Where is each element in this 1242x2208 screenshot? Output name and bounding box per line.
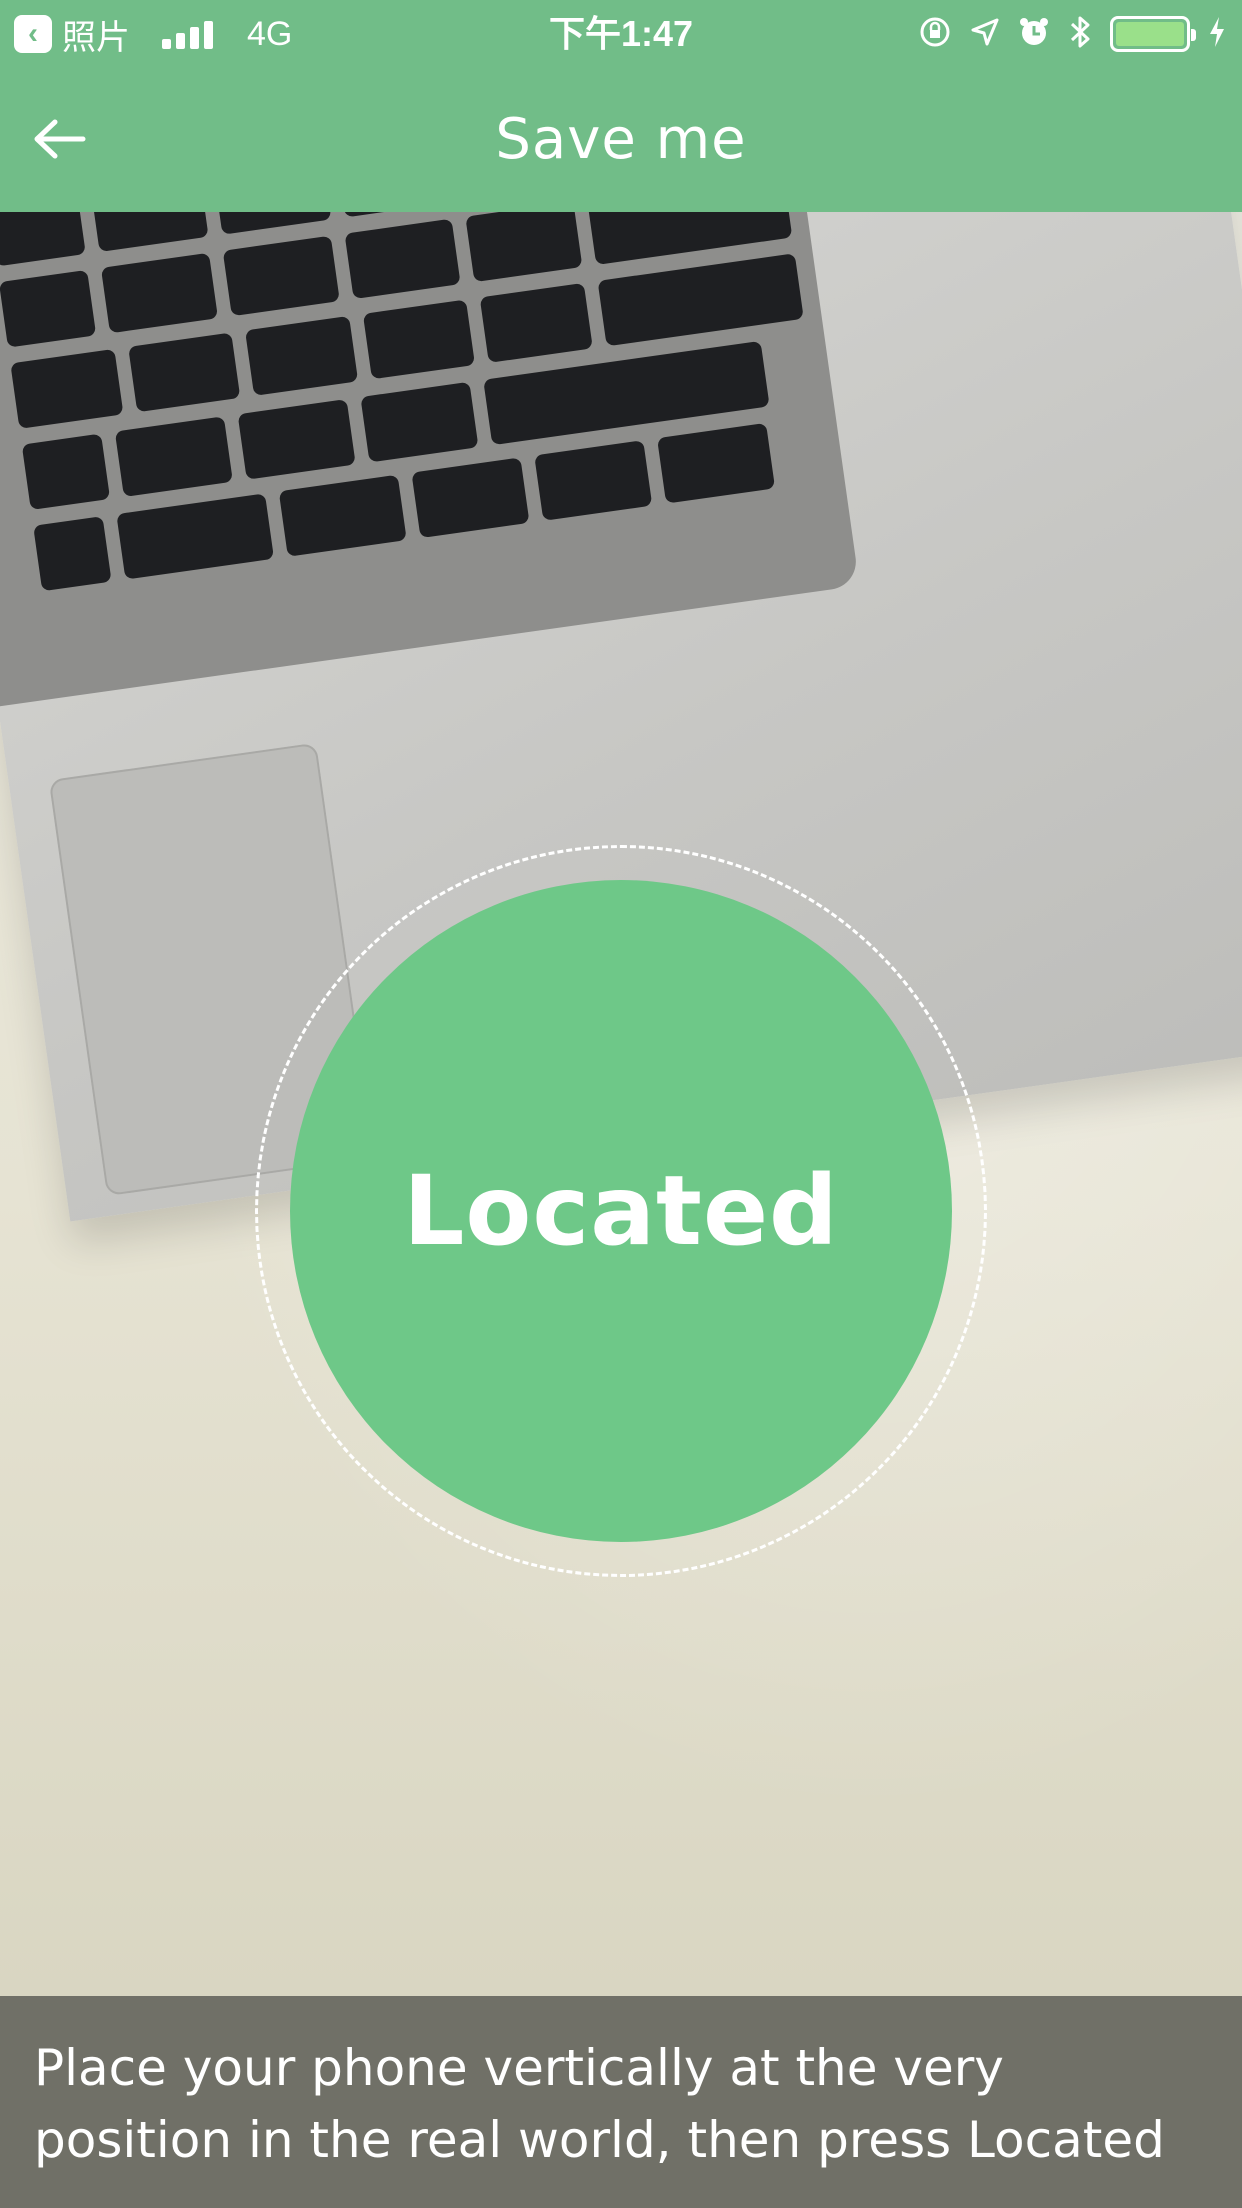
status-bar-left: ‹ 照片 4G bbox=[14, 0, 292, 68]
cellular-signal-icon bbox=[162, 19, 213, 49]
network-type: 4G bbox=[247, 14, 293, 53]
instruction-line-1: Place your phone vertically at the very bbox=[34, 2039, 1004, 2097]
bluetooth-icon bbox=[1068, 15, 1092, 54]
back-to-app-label[interactable]: 照片 bbox=[62, 10, 130, 59]
status-bar-right bbox=[918, 0, 1226, 68]
camera-preview: Located bbox=[0, 212, 1242, 1996]
battery-level bbox=[1116, 22, 1184, 46]
instruction-line-2: position in the real world, then press L… bbox=[34, 2111, 1165, 2169]
status-bar: ‹ 照片 4G 下午1:47 bbox=[0, 0, 1242, 68]
alarm-icon bbox=[1018, 16, 1050, 53]
located-button-label: Located bbox=[403, 1155, 839, 1267]
page-title: Save me bbox=[495, 107, 747, 172]
laptop-keyboard bbox=[0, 212, 860, 707]
navigation-bar: Save me bbox=[0, 68, 1242, 212]
back-to-app-icon[interactable]: ‹ bbox=[14, 15, 52, 53]
charging-icon bbox=[1208, 16, 1226, 53]
rotation-lock-icon bbox=[918, 15, 952, 54]
located-button[interactable]: Located bbox=[290, 880, 952, 1542]
battery-icon bbox=[1110, 16, 1196, 52]
instruction-panel: Place your phone vertically at the very … bbox=[0, 1996, 1242, 2208]
location-arrow-icon bbox=[970, 17, 1000, 52]
